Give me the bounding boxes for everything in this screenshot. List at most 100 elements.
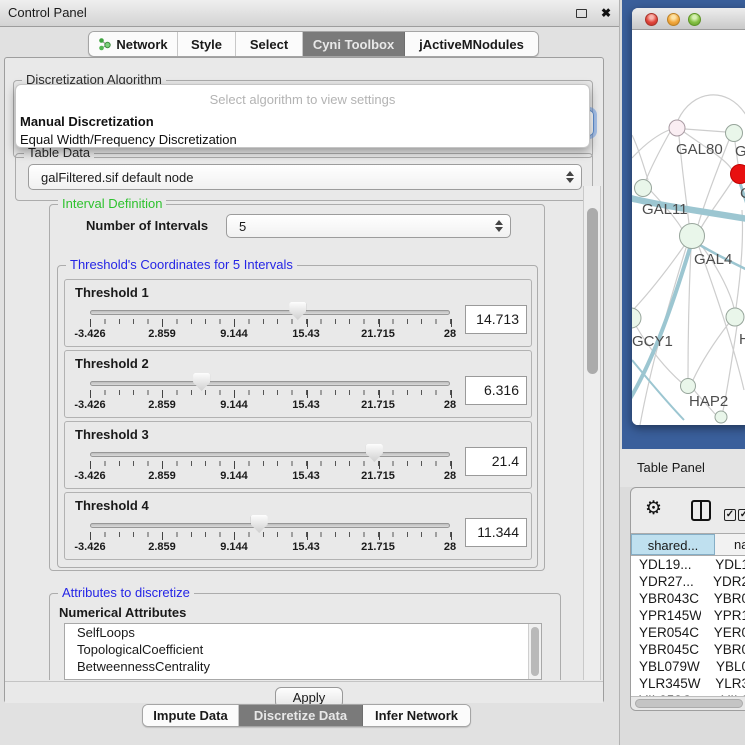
threshold-row: Threshold 4 -3.4262.8599.14415.4321.7152… bbox=[64, 492, 532, 560]
table-row[interactable]: YBL079WYBL0 bbox=[631, 658, 745, 675]
threshold-value-field[interactable]: 6.316 bbox=[465, 376, 527, 405]
table-row[interactable]: YER054CYER0 bbox=[631, 624, 745, 641]
number-of-intervals-label: Number of Intervals bbox=[86, 214, 208, 238]
scrollbar-thumb[interactable] bbox=[587, 208, 598, 374]
scale-label: 15.43 bbox=[292, 399, 320, 411]
cell-shared-name[interactable]: YER054C bbox=[631, 624, 701, 641]
network-canvas[interactable]: GAL80 GA C GAL11 GAL4 GCY1 H HAP2 bbox=[632, 30, 745, 425]
major-tick bbox=[451, 461, 452, 469]
slider-scale-labels: -3.4262.8599.14415.4321.71528 bbox=[90, 328, 450, 342]
table-toolbar: ⚙ ✓ ✓ bbox=[631, 488, 745, 533]
major-tick bbox=[379, 319, 380, 327]
attributes-list-scrollbar[interactable] bbox=[528, 624, 541, 679]
scrollbar-thumb[interactable] bbox=[531, 627, 539, 676]
node-label: GAL80 bbox=[676, 141, 723, 158]
cell-name[interactable]: YBR0 bbox=[701, 641, 745, 658]
cell-shared-name[interactable]: YDR27... bbox=[631, 573, 700, 590]
cell-name[interactable]: YBL0 bbox=[703, 658, 745, 675]
major-tick bbox=[307, 532, 308, 540]
attribute-list-item[interactable]: SelfLoops bbox=[65, 624, 541, 641]
close-icon[interactable]: ✖ bbox=[601, 0, 611, 26]
cell-shared-name[interactable]: YBL079W bbox=[631, 658, 703, 675]
network-icon bbox=[98, 37, 111, 51]
table-data-combobox[interactable]: galFiltered.sif default node bbox=[28, 164, 582, 190]
split-columns-icon[interactable] bbox=[691, 500, 711, 521]
checkbox-icon[interactable]: ✓ bbox=[738, 509, 745, 521]
threshold-slider-thumb[interactable] bbox=[193, 373, 210, 391]
major-tick bbox=[162, 390, 163, 398]
table-row[interactable]: YDR27...YDR2 bbox=[631, 573, 745, 590]
major-tick bbox=[234, 319, 235, 327]
major-tick bbox=[90, 319, 91, 327]
minimize-traffic-light-icon[interactable] bbox=[667, 13, 680, 26]
node-label: GAL4 bbox=[694, 251, 732, 268]
cell-shared-name[interactable]: YBR043C bbox=[631, 590, 701, 607]
major-tick bbox=[90, 461, 91, 469]
zoom-traffic-light-icon[interactable] bbox=[688, 13, 701, 26]
scale-label: -3.426 bbox=[74, 470, 105, 482]
tab-discretize-data[interactable]: Discretize Data bbox=[239, 705, 363, 726]
right-region: GAL80 GA C GAL11 GAL4 GCY1 H HAP2 Table … bbox=[620, 0, 745, 745]
panel-vertical-scrollbar[interactable] bbox=[583, 186, 601, 680]
cell-shared-name[interactable]: YBR045C bbox=[631, 641, 701, 658]
threshold-slider-track[interactable] bbox=[90, 310, 450, 315]
threshold-slider-thumb[interactable] bbox=[289, 302, 306, 320]
attribute-list-item[interactable]: BetweennessCentrality bbox=[65, 658, 541, 675]
table-horizontal-scrollbar[interactable] bbox=[631, 696, 745, 710]
gear-icon[interactable]: ⚙ bbox=[645, 497, 662, 520]
tab-network[interactable]: Network bbox=[89, 32, 178, 56]
node-label: GAL11 bbox=[642, 201, 688, 218]
number-of-intervals-combobox[interactable]: 5 bbox=[226, 214, 511, 238]
column-header-shared-name[interactable]: shared... bbox=[631, 534, 715, 555]
control-panel-tab-bar: Network Style Select Cyni Toolbox jActiv… bbox=[88, 31, 539, 57]
threshold-slider-thumb[interactable] bbox=[366, 444, 383, 462]
threshold-value-field[interactable]: 14.713 bbox=[465, 305, 527, 334]
cell-name[interactable]: YPR1 bbox=[701, 607, 745, 624]
threshold-value-field[interactable]: 11.344 bbox=[465, 518, 527, 547]
tab-style[interactable]: Style bbox=[178, 32, 236, 56]
numerical-attributes-list[interactable]: SelfLoopsTopologicalCoefficientBetweenne… bbox=[64, 623, 542, 680]
column-header-name[interactable]: na bbox=[715, 534, 745, 555]
tab-infer-network[interactable]: Infer Network bbox=[363, 705, 470, 726]
major-tick bbox=[90, 532, 91, 540]
tab-select[interactable]: Select bbox=[236, 32, 303, 56]
close-traffic-light-icon[interactable] bbox=[645, 13, 658, 26]
cell-shared-name[interactable]: YPR145W bbox=[631, 607, 701, 624]
table-row[interactable]: YBR045CYBR0 bbox=[631, 641, 745, 658]
cell-shared-name[interactable]: YLR345W bbox=[631, 675, 702, 692]
node-label: GCY1 bbox=[632, 333, 673, 350]
table-row[interactable]: YDL19...YDL1 bbox=[631, 556, 745, 573]
threshold-slider-track[interactable] bbox=[90, 523, 450, 528]
major-tick bbox=[234, 390, 235, 398]
threshold-value-field[interactable]: 21.4 bbox=[465, 447, 527, 476]
float-icon[interactable] bbox=[576, 9, 587, 18]
scrollbar-thumb[interactable] bbox=[635, 699, 743, 708]
spinner-arrows-icon bbox=[495, 220, 503, 232]
table-row[interactable]: YBR043CYBR0 bbox=[631, 590, 745, 607]
cell-name[interactable]: YDL1 bbox=[702, 556, 745, 573]
tab-impute-data[interactable]: Impute Data bbox=[143, 705, 239, 726]
dropdown-option-equal-width-frequency[interactable]: Equal Width/Frequency Discretization bbox=[20, 132, 237, 147]
tab-jactivemnodules[interactable]: jActiveMNodules bbox=[405, 32, 538, 56]
cell-name[interactable]: YER0 bbox=[701, 624, 745, 641]
table-row[interactable]: YLR345WYLR3 bbox=[631, 675, 745, 692]
checkbox-icon[interactable]: ✓ bbox=[724, 509, 736, 521]
threshold-slider-track[interactable] bbox=[90, 452, 450, 457]
network-window-titlebar bbox=[632, 8, 745, 30]
attribute-list-item[interactable]: TopologicalCoefficient bbox=[65, 641, 541, 658]
threshold-slider-thumb[interactable] bbox=[251, 515, 268, 533]
major-tick bbox=[451, 532, 452, 540]
cell-name[interactable]: YLR3 bbox=[702, 675, 745, 692]
threshold-slider-track[interactable] bbox=[90, 381, 450, 386]
cell-name[interactable]: YDR2 bbox=[700, 573, 745, 590]
major-tick bbox=[379, 532, 380, 540]
tab-cyni-toolbox[interactable]: Cyni Toolbox bbox=[303, 32, 405, 56]
dropdown-option-manual-discretization[interactable]: Manual Discretization bbox=[20, 114, 154, 129]
cell-name[interactable]: YBR0 bbox=[701, 590, 745, 607]
table-body[interactable]: YDL19...YDL1YDR27...YDR2YBR043CYBR0YPR14… bbox=[631, 556, 745, 696]
cell-shared-name[interactable]: YDL19... bbox=[631, 556, 702, 573]
scale-label: -3.426 bbox=[74, 399, 105, 411]
tab-label: jActiveMNodules bbox=[419, 37, 524, 52]
table-row[interactable]: YPR145WYPR1 bbox=[631, 607, 745, 624]
threshold-row: Threshold 1 -3.4262.8599.14415.4321.7152… bbox=[64, 279, 532, 347]
